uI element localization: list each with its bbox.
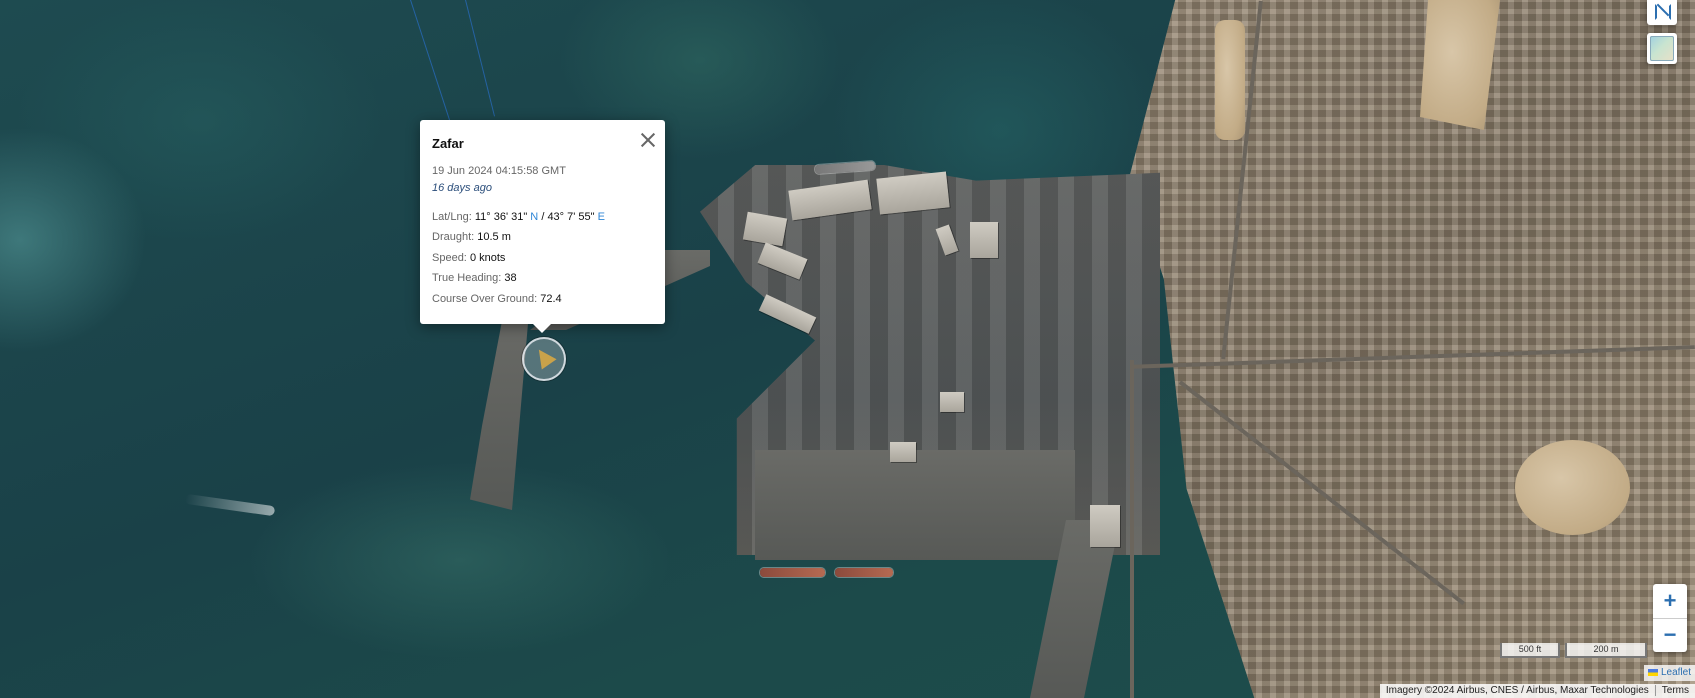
cog-row: Course Over Ground: 72.4	[432, 293, 562, 305]
vessel-popup: Zafar 19 Jun 2024 04:15:58 GMT 16 days a…	[420, 120, 665, 324]
layers-button[interactable]	[1647, 33, 1677, 64]
imagery-attribution: Imagery ©2024 Airbus, CNES / Airbus, Max…	[1385, 685, 1649, 696]
speed-value: 0 knots	[469, 252, 506, 264]
draught-label: Draught:	[432, 231, 475, 243]
warehouse	[970, 222, 998, 258]
zoom-control: + −	[1653, 584, 1687, 652]
heading-label: True Heading:	[432, 272, 502, 284]
pier	[470, 300, 530, 510]
lat-value: 11° 36' 31"	[474, 211, 528, 223]
vessel-marker[interactable]	[522, 337, 566, 381]
scale-bar-imperial: 500 ft	[1500, 643, 1560, 658]
position-timestamp: 19 Jun 2024 04:15:58 GMT	[432, 165, 566, 177]
draught-row: Draught: 10.5 m	[432, 231, 511, 243]
beach-strip	[1215, 20, 1245, 140]
cog-value: 72.4	[540, 293, 562, 305]
cog-label: Course Over Ground:	[432, 293, 538, 305]
latlng-label: Lat/Lng:	[432, 211, 472, 223]
zoom-out-button[interactable]: −	[1653, 618, 1687, 652]
lng-hemisphere: E	[597, 211, 605, 223]
leaflet-attribution[interactable]: Leaflet	[1643, 665, 1695, 681]
fullscreen-icon	[1655, 4, 1671, 20]
boat-wake	[184, 493, 276, 517]
main-road	[1130, 360, 1134, 698]
zoom-in-button[interactable]: +	[1653, 584, 1687, 619]
vessel-icon	[531, 344, 557, 370]
vessel-track-line	[410, 0, 455, 134]
leaflet-link[interactable]: Leaflet	[1661, 667, 1691, 678]
lat-hemisphere: N	[530, 211, 539, 223]
layers-icon	[1650, 36, 1674, 61]
satellite-map[interactable]	[0, 0, 1695, 698]
close-icon[interactable]	[639, 131, 657, 149]
popup-tip	[531, 322, 553, 333]
imagery-attribution-bar: Imagery ©2024 Airbus, CNES / Airbus, Max…	[1379, 684, 1695, 698]
draught-value: 10.5 m	[477, 231, 511, 243]
fullscreen-button[interactable]	[1647, 0, 1677, 25]
vessel-track-line-2	[465, 0, 496, 117]
moored-ship	[835, 568, 893, 577]
sand-field	[1515, 440, 1630, 535]
relative-time: 16 days ago	[432, 182, 492, 194]
flag-icon	[1647, 669, 1658, 676]
warehouse	[890, 442, 916, 462]
scale-bar-metric: 200 m	[1565, 643, 1647, 658]
warehouse	[940, 392, 964, 412]
terms-link[interactable]: Terms	[1654, 685, 1695, 696]
latlng-separator: /	[541, 211, 545, 223]
speed-label: Speed:	[432, 252, 467, 264]
warehouse	[876, 171, 950, 215]
vessel-name: Zafar	[432, 136, 464, 151]
heading-value: 38	[504, 272, 517, 284]
lng-value: 43° 7' 55"	[547, 211, 595, 223]
moored-ship	[760, 568, 825, 577]
south-terminal	[755, 450, 1075, 560]
heading-row: True Heading: 38	[432, 272, 517, 284]
speed-row: Speed: 0 knots	[432, 252, 505, 264]
latlng-row: Lat/Lng: 11° 36' 31" N / 43° 7' 55" E	[432, 211, 605, 223]
warehouse	[1090, 505, 1120, 547]
